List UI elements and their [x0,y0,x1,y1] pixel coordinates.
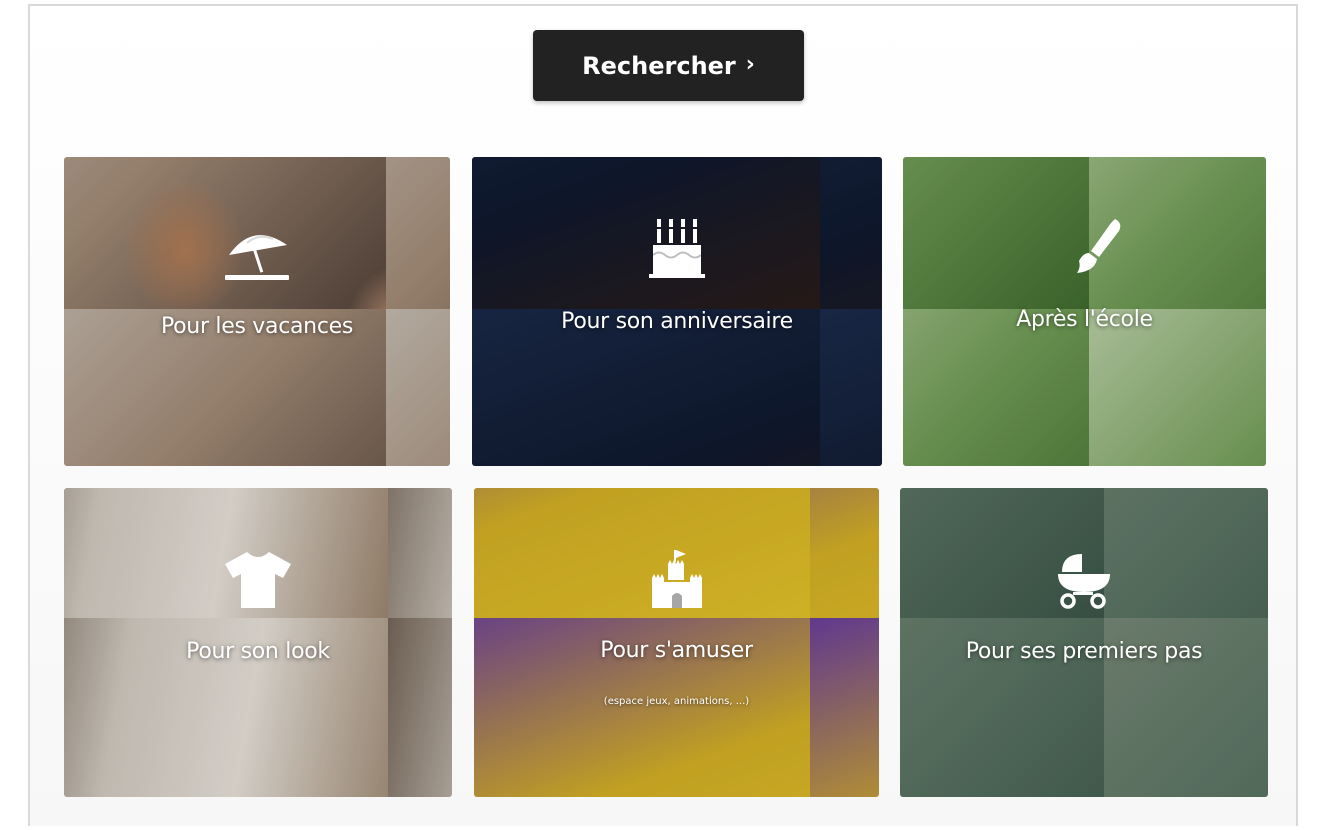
tile-label: Pour son anniversaire [561,309,793,334]
search-button-label: Rechercher [582,51,736,80]
baby-stroller-icon [1058,554,1110,609]
beach-umbrella-icon [225,235,289,280]
tile-label: Pour son look [186,639,330,664]
t-shirt-icon [225,552,291,608]
tile-sublabel: (espace jeux, animations, ...) [603,696,750,707]
chevron-right-icon: › [745,52,755,77]
category-tile-anniversaire[interactable]: Pour son anniversaire [472,157,882,466]
search-button[interactable]: Rechercher › [533,30,804,101]
category-tile-amuser[interactable]: Pour s'amuser (espace jeux, animations, … [474,488,879,797]
birthday-cake-icon [649,219,705,278]
category-tile-apres-ecole[interactable]: Après l'école [903,157,1266,466]
category-tile-vacances[interactable]: Pour les vacances [64,157,450,466]
paintbrush-icon [1076,219,1120,273]
tile-label: Pour les vacances [160,314,354,339]
category-tile-premiers-pas[interactable]: Pour ses premiers pas [900,488,1268,797]
tile-label: Pour s'amuser [600,638,753,663]
sandcastle-icon [651,550,702,608]
category-tile-look[interactable]: Pour son look [64,488,452,797]
tile-label: Après l'école [1016,307,1153,332]
tile-label: Pour ses premiers pas [965,639,1203,664]
